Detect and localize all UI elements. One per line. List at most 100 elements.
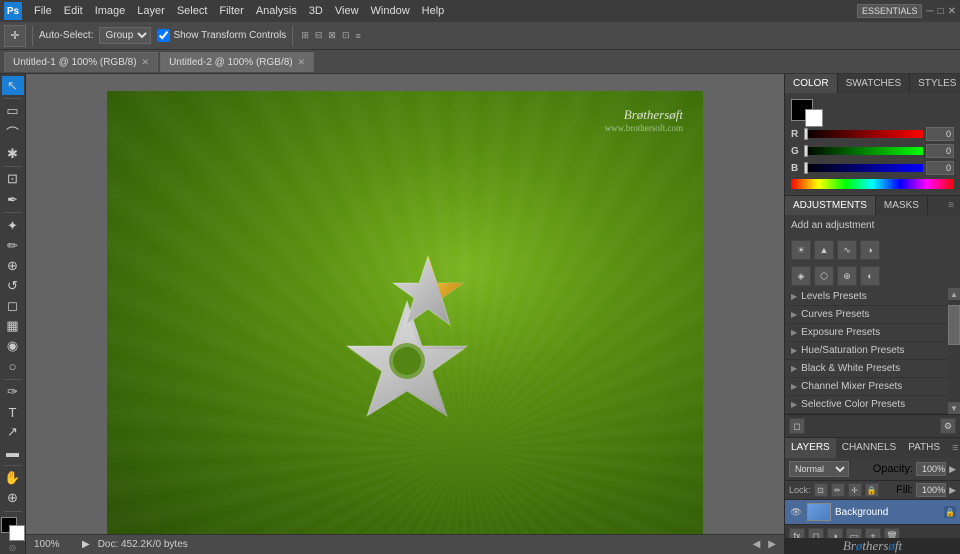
g-value[interactable] <box>926 144 954 158</box>
adj-settings-btn[interactable]: ⚙ <box>940 418 956 434</box>
lasso-tool[interactable]: ⌒ <box>2 122 24 143</box>
preset-selective-color[interactable]: ▶ Selective Color Presets <box>785 396 948 414</box>
move-tool-icon[interactable]: ✛ <box>4 25 26 47</box>
adj-clip-btn[interactable]: ◻ <box>789 418 805 434</box>
tab-layers[interactable]: LAYERS <box>785 438 836 458</box>
menu-filter[interactable]: Filter <box>213 5 249 17</box>
scroll-up-btn[interactable]: ▲ <box>948 288 960 300</box>
dodge-tool[interactable]: ○ <box>2 357 24 376</box>
fill-input[interactable] <box>916 483 946 497</box>
scroll-thumb[interactable] <box>948 305 960 345</box>
fill-arrow[interactable]: ▶ <box>949 485 956 496</box>
r-value[interactable] <box>926 127 954 141</box>
lock-transparent-icon[interactable]: ⊡ <box>814 483 828 497</box>
shape-tool[interactable]: ▬ <box>2 443 24 462</box>
tab-channels[interactable]: CHANNELS <box>836 438 902 458</box>
history-brush-tool[interactable]: ↺ <box>2 276 24 295</box>
tab-adjustments[interactable]: ADJUSTMENTS <box>785 196 876 215</box>
align-left-icon[interactable]: ⊞ <box>299 30 311 41</box>
preset-levels[interactable]: ▶ Levels Presets <box>785 288 948 306</box>
preset-bw[interactable]: ▶ Black & White Presets <box>785 360 948 378</box>
scroll-left-icon[interactable]: ◀ <box>753 539 761 550</box>
path-select-tool[interactable]: ↗ <box>2 423 24 442</box>
tab-paths[interactable]: PATHS <box>902 438 946 458</box>
align-center-icon[interactable]: ⊟ <box>313 30 325 41</box>
menu-view[interactable]: View <box>329 5 365 17</box>
vibrance-icon[interactable]: ◈ <box>791 266 811 286</box>
tab-color[interactable]: COLOR <box>785 74 838 93</box>
status-arrow[interactable]: ▶ <box>82 539 90 550</box>
type-tool[interactable]: T <box>2 403 24 422</box>
r-slider[interactable] <box>804 130 923 138</box>
brush-tool[interactable]: ✏ <box>2 236 24 255</box>
move-tool[interactable]: ↖ <box>2 76 24 95</box>
curves-icon[interactable]: ∿ <box>837 240 857 260</box>
b-slider[interactable] <box>804 164 923 172</box>
transform-controls-checkbox[interactable]: Show Transform Controls <box>157 29 286 42</box>
preset-curves[interactable]: ▶ Curves Presets <box>785 306 948 324</box>
exposure-icon[interactable]: ◑ <box>860 240 880 260</box>
restore-btn[interactable]: □ <box>938 6 944 17</box>
tab-untitled2[interactable]: Untitled-2 @ 100% (RGB/8) ✕ <box>160 52 314 72</box>
g-slider[interactable] <box>804 147 923 155</box>
scroll-down-btn[interactable]: ▼ <box>948 402 960 414</box>
quick-mask-btn[interactable]: ◎ <box>9 544 16 552</box>
eyedropper-tool[interactable]: ✒ <box>2 190 24 209</box>
blur-tool[interactable]: ◉ <box>2 336 24 355</box>
bw-icon[interactable]: ◐ <box>860 266 880 286</box>
close-btn[interactable]: ✕ <box>948 6 956 17</box>
menu-help[interactable]: Help <box>416 5 451 17</box>
opacity-input[interactable] <box>916 462 946 476</box>
auto-select-dropdown[interactable]: Group Layer <box>99 27 151 44</box>
scroll-right-icon[interactable]: ▶ <box>768 539 776 550</box>
quick-select-tool[interactable]: ✱ <box>2 144 24 163</box>
tab-untitled1[interactable]: Untitled-1 @ 100% (RGB/8) ✕ <box>4 52 158 72</box>
lock-all-icon[interactable]: 🔒 <box>865 483 879 497</box>
distribute-icon[interactable]: ≡ <box>354 31 363 41</box>
lock-position-icon[interactable]: ✛ <box>848 483 862 497</box>
layer-background[interactable]: 👁 Background 🔒 <box>785 500 960 524</box>
menu-image[interactable]: Image <box>89 5 132 17</box>
background-swatch[interactable] <box>805 109 823 127</box>
menu-select[interactable]: Select <box>171 5 214 17</box>
opacity-arrow[interactable]: ▶ <box>949 464 956 475</box>
healing-brush-tool[interactable]: ✦ <box>2 216 24 235</box>
menu-edit[interactable]: Edit <box>58 5 89 17</box>
menu-analysis[interactable]: Analysis <box>250 5 303 17</box>
tab-swatches[interactable]: SWATCHES <box>838 74 911 93</box>
preset-hsl[interactable]: ▶ Hue/Saturation Presets <box>785 342 948 360</box>
b-value[interactable] <box>926 161 954 175</box>
hand-tool[interactable]: ✋ <box>2 469 24 488</box>
crop-tool[interactable]: ⊡ <box>2 170 24 189</box>
tab-close-2[interactable]: ✕ <box>298 57 306 68</box>
eraser-tool[interactable]: ◻ <box>2 296 24 315</box>
lock-image-icon[interactable]: ✏ <box>831 483 845 497</box>
color-balance-icon[interactable]: ⊕ <box>837 266 857 286</box>
layer-visibility-icon[interactable]: 👁 <box>789 505 803 519</box>
levels-icon[interactable]: ▲ <box>814 240 834 260</box>
menu-3d[interactable]: 3D <box>303 5 329 17</box>
preset-exposure[interactable]: ▶ Exposure Presets <box>785 324 948 342</box>
gradient-tool[interactable]: ▦ <box>2 316 24 335</box>
minimize-btn[interactable]: ─ <box>926 6 933 17</box>
canvas[interactable]: Brøthersøft www.brothersoft.com <box>107 91 703 538</box>
brightness-icon[interactable]: ☀ <box>791 240 811 260</box>
blend-mode-select[interactable]: Normal Multiply Screen <box>789 461 849 477</box>
zoom-tool[interactable]: ⊕ <box>2 489 24 508</box>
menu-file[interactable]: File <box>28 5 58 17</box>
tab-close-1[interactable]: ✕ <box>142 57 150 68</box>
hsl-icon[interactable]: ⬡ <box>814 266 834 286</box>
menu-window[interactable]: Window <box>365 5 416 17</box>
pen-tool[interactable]: ✑ <box>2 382 24 401</box>
align-right-icon[interactable]: ⊠ <box>326 30 338 41</box>
color-spectrum[interactable] <box>791 179 954 189</box>
marquee-tool[interactable]: ▭ <box>2 102 24 121</box>
clone-stamp-tool[interactable]: ⊕ <box>2 256 24 275</box>
tab-styles[interactable]: STYLES <box>910 74 960 93</box>
background-color[interactable] <box>9 525 25 541</box>
align-top-icon[interactable]: ⊡ <box>340 30 352 41</box>
preset-channel-mixer[interactable]: ▶ Channel Mixer Presets <box>785 378 948 396</box>
adj-panel-close[interactable]: ≡ <box>942 196 960 215</box>
tab-masks[interactable]: MASKS <box>876 196 928 215</box>
workspace-btn[interactable]: ESSENTIALS <box>857 4 923 18</box>
